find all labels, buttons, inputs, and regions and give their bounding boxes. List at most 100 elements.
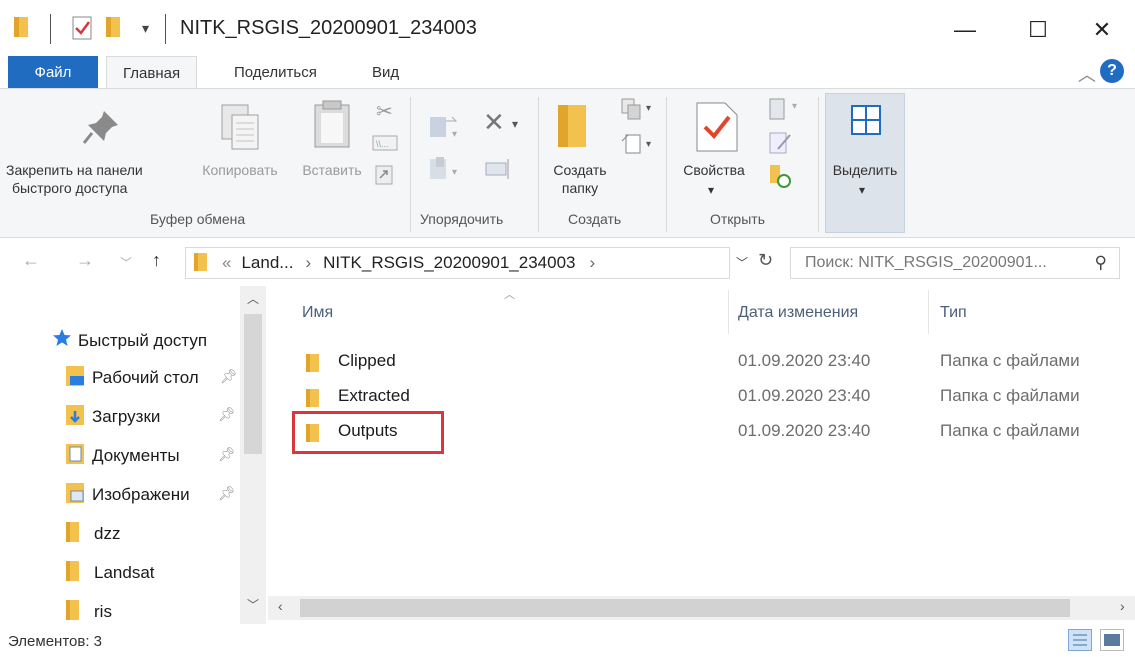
nav-scrollbar[interactable]: ︿ ﹀	[240, 286, 266, 624]
column-separator[interactable]	[728, 290, 729, 334]
cut-icon[interactable]: ✂	[376, 99, 393, 124]
tab-home[interactable]: Главная	[106, 56, 198, 89]
scroll-right-icon[interactable]: ›	[1120, 598, 1125, 614]
copy-icon[interactable]	[220, 103, 262, 155]
nav-pictures[interactable]: Изображени	[66, 481, 190, 508]
ribbon: Закрепить на панели быстрого доступа Коп…	[0, 88, 1135, 238]
properties-icon[interactable]	[695, 101, 741, 157]
history-icon[interactable]	[768, 163, 794, 193]
forward-arrow-icon[interactable]: →	[76, 250, 94, 271]
downloads-folder-icon	[66, 403, 86, 430]
pin-icon[interactable]	[82, 107, 122, 151]
documents-folder-icon	[66, 442, 86, 469]
search-icon[interactable]: ⚲	[1095, 253, 1107, 273]
pin-icon[interactable]: 📌︎	[218, 485, 236, 502]
pin-icon[interactable]: 📌︎	[218, 406, 236, 423]
recent-locations-icon[interactable]: ﹀	[120, 254, 132, 271]
pin-icon[interactable]: 📌︎	[218, 446, 236, 463]
properties-check-icon[interactable]	[72, 16, 94, 46]
tab-file[interactable]: Файл	[8, 56, 98, 88]
tab-share[interactable]: Поделиться	[234, 56, 317, 88]
column-date[interactable]: Дата изменения	[738, 304, 858, 322]
pin-quick-access-button[interactable]: Закрепить на панели быстрого доступа	[6, 161, 192, 197]
group-open-label: Открыть	[710, 211, 765, 227]
copy-to-icon[interactable]: ▾	[428, 155, 462, 187]
paste-shortcut-icon[interactable]	[375, 165, 393, 189]
large-icons-view-icon[interactable]	[1100, 629, 1124, 651]
new-folder-icon[interactable]	[558, 101, 590, 153]
nav-downloads[interactable]: Загрузки	[66, 403, 160, 430]
breadcrumb-chevron-icon[interactable]: ›	[305, 253, 311, 273]
details-view-icon[interactable]	[1068, 629, 1092, 651]
minimize-button[interactable]: —	[935, 8, 995, 52]
search-input[interactable]: Поиск: NITK_RSGIS_20200901... ⚲	[790, 247, 1120, 279]
move-to-icon[interactable]: ▾	[428, 111, 462, 143]
nav-documents[interactable]: Документы	[66, 442, 180, 469]
folder-icon	[306, 352, 320, 377]
file-name: Clipped	[338, 351, 396, 370]
scroll-down-icon[interactable]: ﹀	[247, 596, 259, 613]
delete-dropdown-icon[interactable]: ▾	[512, 117, 518, 131]
up-arrow-icon[interactable]: ↑	[152, 250, 161, 271]
list-item[interactable]: Clipped 01.09.2020 23:40 Папка с файлами	[300, 345, 1120, 379]
refresh-icon[interactable]: ↻	[758, 250, 773, 271]
navigation-pane: Быстрый доступ Рабочий стол 📌︎ Загрузки …	[0, 286, 268, 624]
status-bar: Элементов: 3	[0, 624, 1135, 657]
paste-button[interactable]: Вставить	[292, 161, 372, 179]
nav-ris-label: ris	[94, 601, 112, 621]
file-date: 01.09.2020 23:40	[738, 386, 871, 405]
address-bar[interactable]: « Land... › NITK_RSGIS_20200901_234003 ›	[185, 247, 730, 279]
copy-button[interactable]: Копировать	[188, 161, 292, 179]
column-name[interactable]: Имя	[302, 304, 333, 322]
column-separator[interactable]	[928, 290, 929, 334]
edit-icon[interactable]	[768, 131, 794, 161]
scroll-thumb[interactable]	[300, 599, 1070, 617]
properties-button[interactable]: Свойства	[674, 161, 754, 179]
new-folder-quick-icon[interactable]	[106, 15, 122, 45]
maximize-button[interactable]: ☐	[1008, 8, 1068, 52]
svg-text:▾: ▾	[792, 101, 797, 112]
tab-view[interactable]: Вид	[372, 56, 399, 88]
breadcrumb-landsat[interactable]: Land...	[241, 253, 293, 273]
nav-dzz[interactable]: dzz	[66, 520, 120, 547]
open-icon[interactable]: ▾	[768, 97, 804, 127]
new-item-icon[interactable]: ▾	[620, 97, 656, 127]
column-type[interactable]: Тип	[940, 304, 967, 322]
folder-icon	[14, 15, 30, 45]
scroll-up-icon[interactable]: ︿	[247, 290, 259, 307]
properties-dropdown-icon[interactable]: ▾	[708, 183, 714, 197]
scroll-left-icon[interactable]: ‹	[278, 598, 283, 614]
easy-access-icon[interactable]: ▾	[620, 133, 656, 161]
pin-icon[interactable]: 📌︎	[220, 368, 238, 385]
nav-ris[interactable]: ris	[66, 598, 112, 625]
list-scrollbar[interactable]: ‹ ›	[268, 596, 1135, 620]
help-icon[interactable]: ?	[1100, 59, 1124, 83]
rename-icon[interactable]	[484, 157, 514, 185]
breadcrumb-chevron-icon[interactable]: ›	[590, 253, 596, 273]
group-organize-label: Упорядочить	[420, 211, 504, 227]
list-item[interactable]: Extracted 01.09.2020 23:40 Папка с файла…	[300, 380, 1120, 414]
select-dropdown-icon: ▾	[859, 183, 866, 197]
scroll-thumb[interactable]	[244, 314, 262, 454]
close-button[interactable]: ✕	[1072, 8, 1132, 52]
new-folder-button[interactable]: Создать папку	[540, 161, 620, 197]
delete-icon[interactable]: ✕	[483, 107, 505, 138]
customize-quick-access-icon[interactable]: ▾	[142, 20, 149, 50]
title-bar: ▾ NITK_RSGIS_20200901_234003 — ☐ ✕	[0, 0, 1135, 56]
new-folder-label-line1: Создать	[553, 162, 607, 178]
file-date: 01.09.2020 23:40	[738, 421, 871, 440]
collapse-ribbon-icon[interactable]: ︿	[1078, 61, 1096, 87]
breadcrumb-current[interactable]: NITK_RSGIS_20200901_234003	[323, 253, 575, 273]
svg-text:▾: ▾	[646, 103, 651, 114]
group-new-label: Создать	[568, 211, 622, 227]
back-arrow-icon[interactable]: ←	[22, 250, 40, 271]
nav-quick-access[interactable]: Быстрый доступ	[52, 328, 207, 353]
copy-path-icon[interactable]: \\...	[372, 135, 398, 155]
nav-desktop[interactable]: Рабочий стол	[66, 364, 210, 391]
nav-landsat[interactable]: Landsat	[66, 559, 155, 586]
folder-icon	[66, 520, 80, 547]
breadcrumb-overflow[interactable]: «	[222, 253, 231, 273]
group-separator	[818, 97, 819, 232]
paste-icon[interactable]	[313, 99, 353, 153]
address-dropdown-icon[interactable]: ﹀	[736, 254, 748, 271]
